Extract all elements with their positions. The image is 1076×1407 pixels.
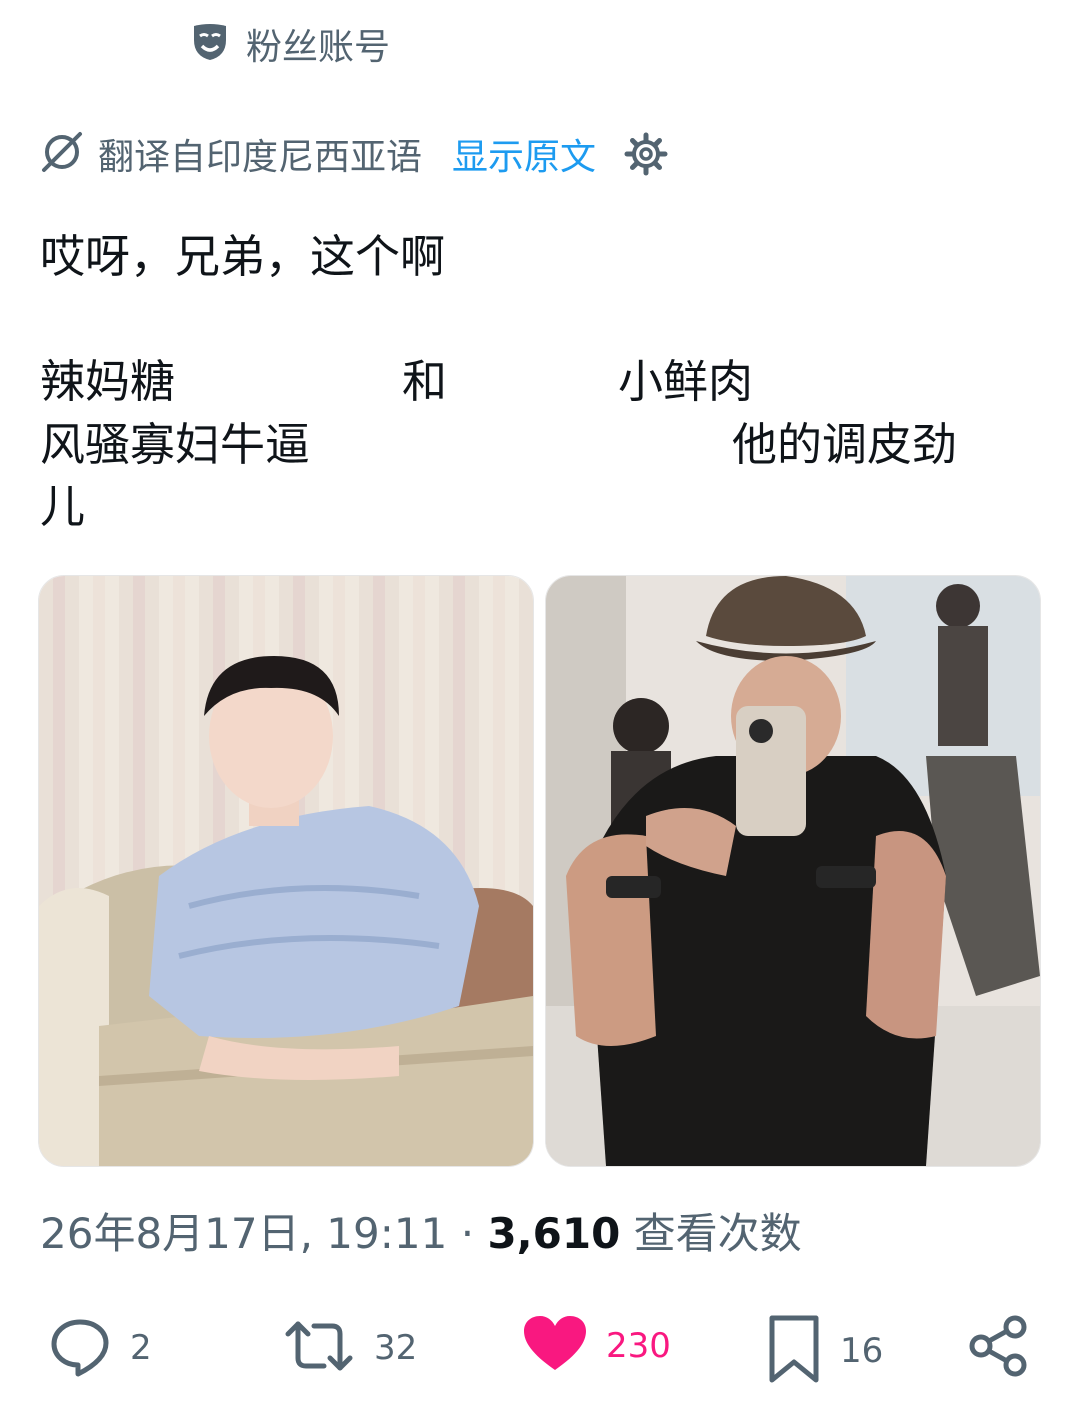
translation-label: 翻译自印度尼西亚语 <box>98 137 423 178</box>
gear-icon[interactable] <box>624 132 668 176</box>
reply-button[interactable]: 2 <box>48 1314 152 1382</box>
views-count: 3,610 <box>487 1209 621 1258</box>
post-text-and: 和 <box>402 355 448 408</box>
photo-right[interactable] <box>545 575 1041 1167</box>
post-text-line-3b: 他的调皮劲 <box>732 418 958 471</box>
photo-left[interactable] <box>38 575 534 1167</box>
like-button[interactable]: 230 <box>522 1314 671 1378</box>
bookmark-button[interactable]: 16 <box>766 1314 883 1388</box>
share-icon <box>966 1314 1030 1382</box>
heart-icon <box>522 1314 588 1378</box>
post-timestamp[interactable]: 26年8月17日, 19:11 <box>40 1209 447 1258</box>
reply-icon <box>48 1314 112 1382</box>
repost-button[interactable]: 32 <box>282 1314 417 1382</box>
repost-count: 32 <box>374 1328 418 1368</box>
fan-account-badge: 粉丝账号 <box>192 18 390 70</box>
post-text-young-man: 小鲜肉 <box>618 355 754 408</box>
post-text-candy-mom: 辣妈糖 <box>40 355 176 408</box>
share-button[interactable] <box>966 1314 1030 1382</box>
like-count: 230 <box>606 1326 671 1366</box>
bookmark-icon <box>766 1314 822 1388</box>
bookmark-count: 16 <box>840 1331 884 1371</box>
repost-icon <box>282 1314 356 1382</box>
translate-icon <box>40 130 84 178</box>
reply-count: 2 <box>130 1328 152 1368</box>
mask-icon <box>192 22 228 66</box>
post-text-line-4: 儿 <box>40 480 86 533</box>
meta-separator: · <box>460 1209 475 1258</box>
post-meta: 26年8月17日, 19:11 · 3,610 查看次数 <box>40 1200 802 1261</box>
translation-row: 翻译自印度尼西亚语 显示原文 <box>40 128 668 180</box>
views-label: 查看次数 <box>633 1209 802 1258</box>
post-text-line-3a: 风骚寡妇牛逼 <box>40 418 311 471</box>
fan-account-label: 粉丝账号 <box>246 27 391 68</box>
show-original-link[interactable]: 显示原文 <box>452 128 596 180</box>
post-text-line-1: 哎呀，兄弟，这个啊 <box>40 230 446 283</box>
